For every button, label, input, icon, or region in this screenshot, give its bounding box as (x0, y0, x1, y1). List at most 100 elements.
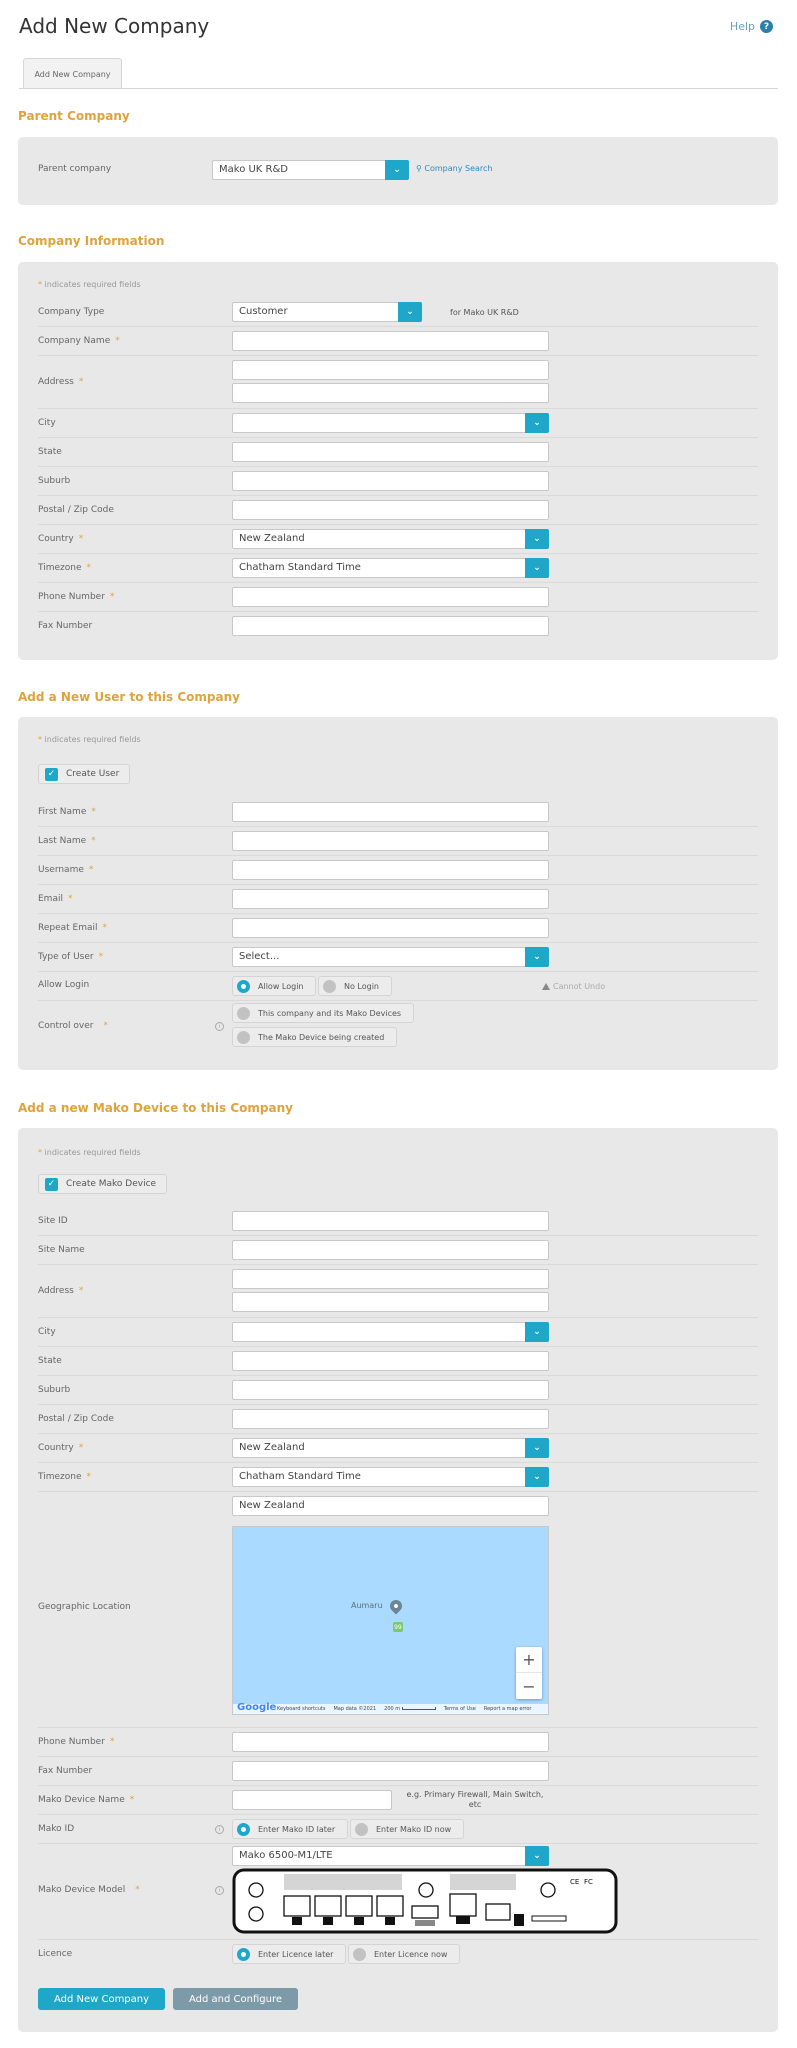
device-fax-input[interactable] (232, 1761, 549, 1781)
company-fax-input[interactable] (232, 616, 549, 636)
company-address-line1[interactable] (232, 360, 549, 380)
licence-later-radio[interactable]: Enter Licence later (232, 1944, 347, 1964)
radio-icon (323, 979, 336, 993)
company-address-row: Address * (38, 356, 758, 409)
allow-login-radio[interactable]: Allow Login (232, 976, 317, 996)
company-suburb-input[interactable] (232, 471, 549, 491)
zoom-in-button[interactable]: + (516, 1647, 542, 1673)
company-phone-input[interactable] (232, 587, 549, 607)
add-and-configure-button[interactable]: Add and Configure (173, 1988, 298, 2010)
company-timezone-label: Timezone * (38, 563, 91, 573)
mako-name-input[interactable] (232, 1790, 392, 1810)
device-fax-label: Fax Number (38, 1766, 93, 1776)
mako-name-row: Mako Device Name * e.g. Primary Firewall,… (38, 1786, 758, 1815)
no-login-radio[interactable]: No Login (318, 976, 393, 996)
tab-add-new-company[interactable]: Add New Company (23, 58, 122, 89)
check-icon: ✓ (45, 1177, 58, 1191)
user-type-row: Type of User * Select... ⌄ (38, 943, 758, 972)
map-terms-link[interactable]: Terms of Use (444, 1706, 476, 1712)
info-icon[interactable]: i (215, 1022, 224, 1031)
company-type-row: Company Type Customer ⌄ for Mako UK R&D (38, 298, 758, 327)
info-icon[interactable]: i (215, 1886, 224, 1895)
help-label: Help (729, 20, 755, 33)
map-place-label: Aumaru (351, 1601, 383, 1610)
licence-now-radio[interactable]: Enter Licence now (348, 1944, 461, 1964)
geo-location-row: Geographic Location New Zealand Aumaru 9… (38, 1492, 758, 1728)
company-timezone-select[interactable]: Chatham Standard Time ⌄ (232, 558, 549, 578)
company-panel: * indicates required fields Company Type… (18, 262, 778, 660)
device-phone-input[interactable] (232, 1732, 549, 1752)
control-device-radio[interactable]: The Mako Device being created (232, 1027, 398, 1047)
company-search-link[interactable]: ⚲ Company Search (416, 164, 493, 173)
create-device-checkbox[interactable]: ✓ Create Mako Device (38, 1174, 168, 1194)
user-type-select[interactable]: Select... ⌄ (232, 947, 549, 967)
device-suburb-input[interactable] (232, 1380, 549, 1400)
user-last-row: Last Name * (38, 827, 758, 856)
site-name-label: Site Name (38, 1245, 85, 1255)
device-city-label: City (38, 1327, 56, 1337)
company-type-select[interactable]: Customer ⌄ (232, 302, 422, 322)
company-name-label: Company Name * (38, 336, 120, 346)
site-id-input[interactable] (232, 1211, 549, 1231)
device-address-line1[interactable] (232, 1269, 549, 1289)
email-input[interactable] (232, 889, 549, 909)
company-city-select[interactable]: ⌄ (232, 413, 549, 433)
username-input[interactable] (232, 860, 549, 880)
company-section-title: Company Information (18, 234, 165, 248)
help-link[interactable]: Help ? (730, 20, 773, 33)
company-address-line2[interactable] (232, 383, 549, 403)
device-postal-input[interactable] (232, 1409, 549, 1429)
licence-row: Licence Enter Licence later Enter Licenc… (38, 1940, 758, 1969)
chevron-down-icon: ⌄ (385, 160, 409, 180)
chevron-down-icon: ⌄ (525, 947, 549, 967)
geo-search-input[interactable]: New Zealand (232, 1496, 549, 1516)
parent-section-title: Parent Company (18, 109, 130, 123)
last-name-label: Last Name * (38, 836, 96, 846)
map-report-link[interactable]: Report a map error (484, 1706, 532, 1712)
company-country-value: New Zealand (239, 533, 305, 544)
company-state-row: State (38, 438, 758, 467)
repeat-email-input[interactable] (232, 918, 549, 938)
add-company-button[interactable]: Add New Company (38, 1988, 165, 2010)
company-type-value: Customer (239, 306, 288, 317)
device-address-line2[interactable] (232, 1292, 549, 1312)
location-map[interactable]: Aumaru 99 + − Keyboard shortcuts Map dat… (232, 1526, 549, 1715)
company-country-select[interactable]: New Zealand ⌄ (232, 529, 549, 549)
radio-icon (237, 1030, 250, 1044)
company-postal-label: Postal / Zip Code (38, 505, 114, 515)
mako-id-label: Mako ID (38, 1824, 75, 1834)
mako-model-select[interactable]: Mako 6500-M1/LTE ⌄ (232, 1846, 549, 1866)
zoom-out-button[interactable]: − (516, 1673, 542, 1699)
username-label: Username * (38, 865, 94, 875)
mako-model-row: Mako Device Model* i Mako 6500-M1/LTE ⌄ (38, 1844, 758, 1940)
company-state-input[interactable] (232, 442, 549, 462)
page-title: Add New Company (19, 14, 210, 38)
first-name-input[interactable] (232, 802, 549, 822)
device-timezone-select[interactable]: Chatham Standard Time ⌄ (232, 1467, 549, 1487)
device-section-title: Add a new Mako Device to this Company (18, 1101, 293, 1115)
device-country-select[interactable]: New Zealand ⌄ (232, 1438, 549, 1458)
site-name-row: Site Name (38, 1236, 758, 1265)
company-fax-row: Fax Number (38, 612, 758, 641)
user-panel: * indicates required fields ✓ Create Use… (18, 717, 778, 1070)
parent-company-select[interactable]: Mako UK R&D ⌄ (212, 160, 409, 180)
control-over-row: Control over * i This company and its Mak… (38, 1001, 758, 1051)
device-state-input[interactable] (232, 1351, 549, 1371)
chevron-down-icon: ⌄ (525, 558, 549, 578)
device-city-select[interactable]: ⌄ (232, 1322, 549, 1342)
create-user-checkbox[interactable]: ✓ Create User (38, 764, 131, 784)
mako-id-later-radio[interactable]: Enter Mako ID later (232, 1819, 349, 1839)
info-icon[interactable]: i (215, 1825, 224, 1834)
email-label: Email * (38, 894, 73, 904)
chevron-down-icon: ⌄ (525, 529, 549, 549)
map-pin-icon[interactable] (387, 1597, 405, 1615)
site-name-input[interactable] (232, 1240, 549, 1260)
last-name-input[interactable] (232, 831, 549, 851)
required-note: * indicates required fields (38, 735, 141, 744)
company-name-input[interactable] (232, 331, 549, 351)
company-postal-input[interactable] (232, 500, 549, 520)
check-icon: ✓ (45, 767, 58, 781)
mako-id-now-radio[interactable]: Enter Mako ID now (350, 1819, 465, 1839)
map-shortcuts-link[interactable]: Keyboard shortcuts (277, 1706, 325, 1712)
control-company-radio[interactable]: This company and its Mako Devices (232, 1003, 415, 1023)
